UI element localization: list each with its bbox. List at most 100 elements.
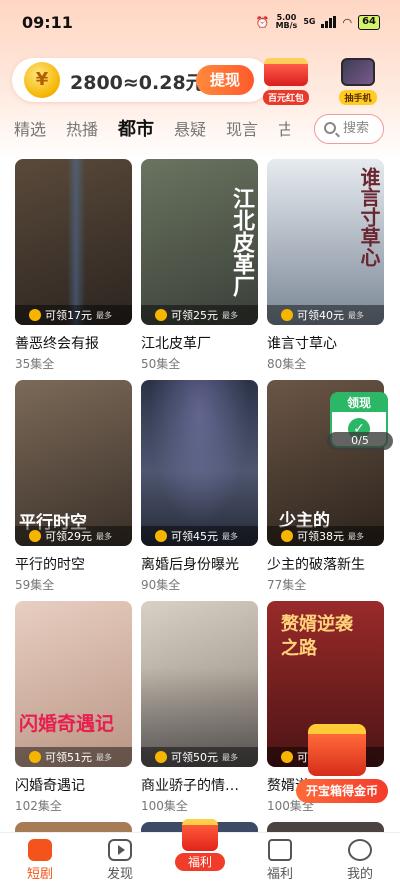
tab-xuanyi[interactable]: 悬疑 bbox=[174, 116, 206, 144]
drama-title[interactable]: 平行的时空 bbox=[15, 554, 132, 574]
reward-max-label: 最多 bbox=[96, 531, 112, 541]
coin-icon bbox=[155, 530, 167, 542]
coin-icon bbox=[29, 751, 41, 763]
coin-icon bbox=[29, 309, 41, 321]
reward-progress: 0/5 bbox=[327, 432, 393, 450]
reward-badge: 可领45元 最多 bbox=[141, 526, 258, 546]
open-chest-button[interactable]: 开宝箱得金币 bbox=[296, 779, 388, 803]
hongbao-promo[interactable]: 百元红包 bbox=[256, 58, 316, 105]
nav-drama[interactable]: 短剧 bbox=[0, 833, 80, 889]
reward-badge: 可领51元 最多 bbox=[15, 747, 132, 767]
drama-poster[interactable]: 江北皮革厂 可领25元 最多 bbox=[141, 159, 258, 325]
poster-title-art: 平行时空 bbox=[19, 513, 87, 533]
phone-icon bbox=[341, 58, 375, 86]
coin-icon bbox=[155, 751, 167, 763]
episode-count: 35集全 bbox=[15, 357, 55, 371]
tab-rebo[interactable]: 热播 bbox=[66, 116, 98, 144]
drama-title[interactable]: 商业骄子的情… bbox=[141, 775, 258, 795]
drama-card[interactable]: 可领50元 最多 商业骄子的情… 100集全 bbox=[141, 601, 258, 814]
drama-poster[interactable]: 可领17元 最多 bbox=[15, 159, 132, 325]
episode-count: 90集全 bbox=[141, 578, 181, 592]
drama-card[interactable]: 谁言寸草心 可领40元 最多 谁言寸草心 80集全 bbox=[267, 159, 384, 372]
withdraw-button[interactable]: 提现 bbox=[196, 65, 254, 95]
nav-label: 短剧 bbox=[26, 867, 53, 882]
nav-label: 福利 bbox=[175, 853, 225, 871]
tab-jingxuan[interactable]: 精选 bbox=[14, 116, 46, 144]
profile-icon bbox=[348, 839, 372, 861]
poster-title-art: 江北皮革厂 bbox=[229, 187, 255, 297]
poster-title-art: 闪婚奇遇记 bbox=[19, 713, 115, 735]
reward-amount: 可领51元 bbox=[45, 751, 92, 764]
coin-icon bbox=[155, 309, 167, 321]
red-envelope-icon bbox=[264, 58, 308, 86]
gift-icon bbox=[268, 839, 292, 861]
coin-amount: 2800≈0.28元 bbox=[70, 72, 205, 94]
reward-badge: 可领17元 最多 bbox=[15, 305, 132, 325]
nav-discover[interactable]: 发现 bbox=[80, 833, 160, 889]
reward-max-label: 最多 bbox=[348, 310, 364, 320]
nav-label: 福利 bbox=[266, 867, 293, 882]
network-type: 5G bbox=[303, 17, 316, 26]
drama-card[interactable]: 江北皮革厂 可领25元 最多 江北皮革厂 50集全 bbox=[141, 159, 258, 372]
phone-lottery-promo[interactable]: 抽手机 bbox=[328, 58, 388, 105]
search-button[interactable]: 搜索 bbox=[314, 114, 384, 144]
tab-gu[interactable]: 古 bbox=[278, 116, 290, 144]
tab-xianyan[interactable]: 现言 bbox=[226, 116, 258, 144]
drama-poster[interactable]: 可领50元 最多 bbox=[141, 601, 258, 767]
drama-title[interactable]: 少主的破落新生 bbox=[267, 554, 384, 574]
reward-max-label: 最多 bbox=[96, 752, 112, 762]
episode-count: 80集全 bbox=[267, 357, 307, 371]
coin-icon bbox=[281, 751, 293, 763]
drama-card[interactable]: 可领17元 最多 善恶终会有报 35集全 bbox=[15, 159, 132, 372]
reward-amount: 可领50元 bbox=[171, 751, 218, 764]
drama-title[interactable]: 离婚后身份曝光 bbox=[141, 554, 258, 574]
drama-title[interactable]: 闪婚奇遇记 bbox=[15, 775, 132, 795]
nav-label: 发现 bbox=[106, 867, 133, 882]
next-poster-peek bbox=[267, 822, 384, 832]
reward-amount: 可领25元 bbox=[171, 309, 218, 322]
tab-dushi[interactable]: 都市 bbox=[118, 116, 154, 144]
drama-card[interactable]: 闪婚奇遇记 可领51元 最多 闪婚奇遇记 102集全 bbox=[15, 601, 132, 814]
next-poster-peek bbox=[15, 822, 132, 832]
status-icons: ⏰ 5.00 MB/s 5G ◠ 64 bbox=[256, 14, 380, 30]
net-speed: 5.00 MB/s bbox=[276, 14, 298, 30]
welfare-chest-icon bbox=[182, 819, 218, 851]
alarm-icon: ⏰ bbox=[255, 15, 270, 29]
drama-icon bbox=[28, 839, 52, 861]
drama-title[interactable]: 善恶终会有报 bbox=[15, 333, 132, 353]
nav-label: 我的 bbox=[346, 867, 373, 882]
cash-reward-label: 领现 bbox=[332, 394, 386, 412]
episode-count: 102集全 bbox=[15, 799, 62, 813]
reward-badge: 可领38元 最多 bbox=[267, 526, 384, 546]
drama-card[interactable]: 可领45元 最多 离婚后身份曝光 90集全 bbox=[141, 380, 258, 593]
phone-lottery-label: 抽手机 bbox=[339, 90, 377, 105]
search-icon bbox=[324, 122, 336, 134]
drama-poster[interactable]: 平行时空 可领29元 最多 bbox=[15, 380, 132, 546]
reward-amount: 可领45元 bbox=[171, 530, 218, 543]
drama-title[interactable]: 谁言寸草心 bbox=[267, 333, 384, 353]
treasure-chest-icon[interactable] bbox=[308, 724, 366, 776]
net-speed-unit: MB/s bbox=[275, 21, 298, 30]
coin-icon: ¥ bbox=[24, 62, 60, 98]
reward-max-label: 最多 bbox=[222, 310, 238, 320]
drama-poster[interactable]: 可领45元 最多 bbox=[141, 380, 258, 546]
reward-max-label: 最多 bbox=[222, 752, 238, 762]
wifi-icon: ◠ bbox=[342, 15, 353, 29]
category-tabs: 精选 热播 都市 悬疑 现言 古 bbox=[14, 116, 290, 144]
nav-me[interactable]: 我的 bbox=[320, 833, 400, 889]
signal-icon bbox=[321, 16, 337, 28]
reward-max-label: 最多 bbox=[222, 531, 238, 541]
play-icon bbox=[108, 839, 132, 861]
coin-icon bbox=[281, 309, 293, 321]
drama-card[interactable]: 平行时空 可领29元 最多 平行的时空 59集全 bbox=[15, 380, 132, 593]
clock: 09:11 bbox=[22, 13, 73, 32]
nav-welfare[interactable]: 福利 bbox=[240, 833, 320, 889]
reward-max-label: 最多 bbox=[348, 531, 364, 541]
nav-welfare-center[interactable]: 福利 bbox=[160, 819, 240, 889]
drama-title[interactable]: 江北皮革厂 bbox=[141, 333, 258, 353]
reward-amount: 可领38元 bbox=[297, 530, 344, 543]
drama-poster[interactable]: 闪婚奇遇记 可领51元 最多 bbox=[15, 601, 132, 767]
reward-badge: 可领50元 最多 bbox=[141, 747, 258, 767]
coin-balance-pill[interactable]: ¥ 2800≈0.28元 提现 bbox=[12, 58, 270, 102]
drama-poster[interactable]: 谁言寸草心 可领40元 最多 bbox=[267, 159, 384, 325]
